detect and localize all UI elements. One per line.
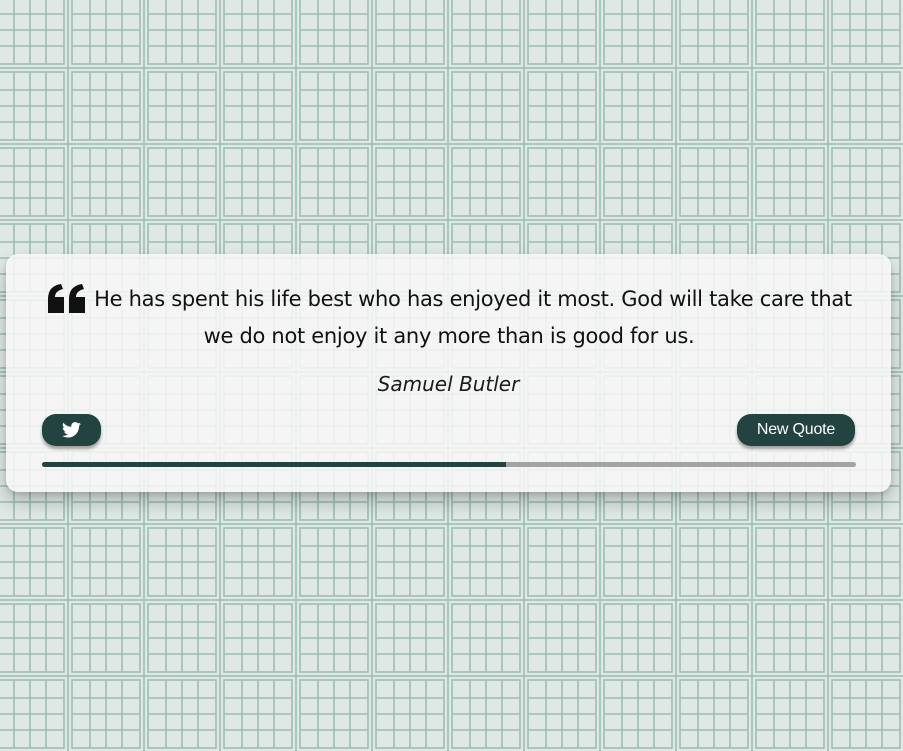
twitter-icon	[62, 422, 81, 438]
quote-text-block: He has spent his life best who has enjoy…	[40, 284, 858, 351]
quote-box: He has spent his life best who has enjoy…	[6, 254, 891, 492]
progress-bar-fill	[42, 462, 506, 467]
tweet-button[interactable]	[42, 414, 101, 446]
quote-author: Samuel Butler	[377, 372, 520, 396]
new-quote-button[interactable]: New Quote	[737, 414, 855, 446]
quote-text: He has spent his life best who has enjoy…	[94, 287, 852, 348]
progress-bar	[42, 462, 856, 467]
quote-mark-icon	[46, 283, 88, 321]
